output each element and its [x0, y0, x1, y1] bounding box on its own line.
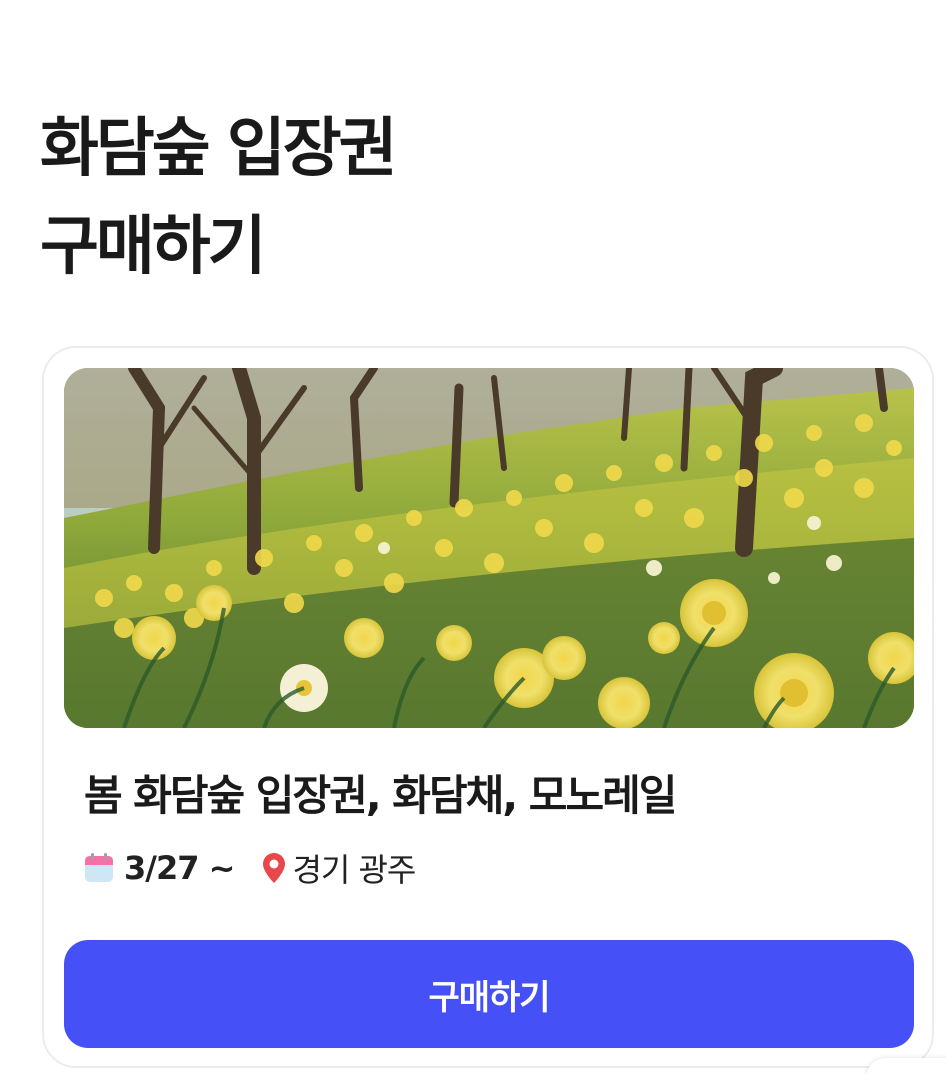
event-title: 봄 화담숲 입장권, 화담채, 모노레일 [84, 771, 677, 820]
event-location: 경기 광주 [292, 851, 416, 889]
page-title-line1: 화담숲 입장권 [40, 112, 398, 186]
page-title-line2: 구매하기 [40, 210, 267, 284]
page: 화담숲 입장권 구매하기 봄 화담숲 입장권, 화담채, 모노레일 3/27 ~… [0, 0, 946, 1074]
ticket-card[interactable]: 봄 화담숲 입장권, 화담채, 모노레일 3/27 ~ 경기 광주 구매하기 [42, 346, 934, 1068]
page-title: 화담숲 입장권 구매하기 [40, 100, 398, 296]
calendar-icon [84, 852, 114, 884]
map-pin-icon [262, 852, 286, 884]
daffodil-field-photo [64, 368, 914, 728]
floating-element-edge [866, 1058, 946, 1074]
event-date: 3/27 ~ [124, 849, 235, 887]
event-meta: 3/27 ~ 경기 광주 [84, 846, 416, 890]
buy-button[interactable]: 구매하기 [64, 940, 914, 1048]
